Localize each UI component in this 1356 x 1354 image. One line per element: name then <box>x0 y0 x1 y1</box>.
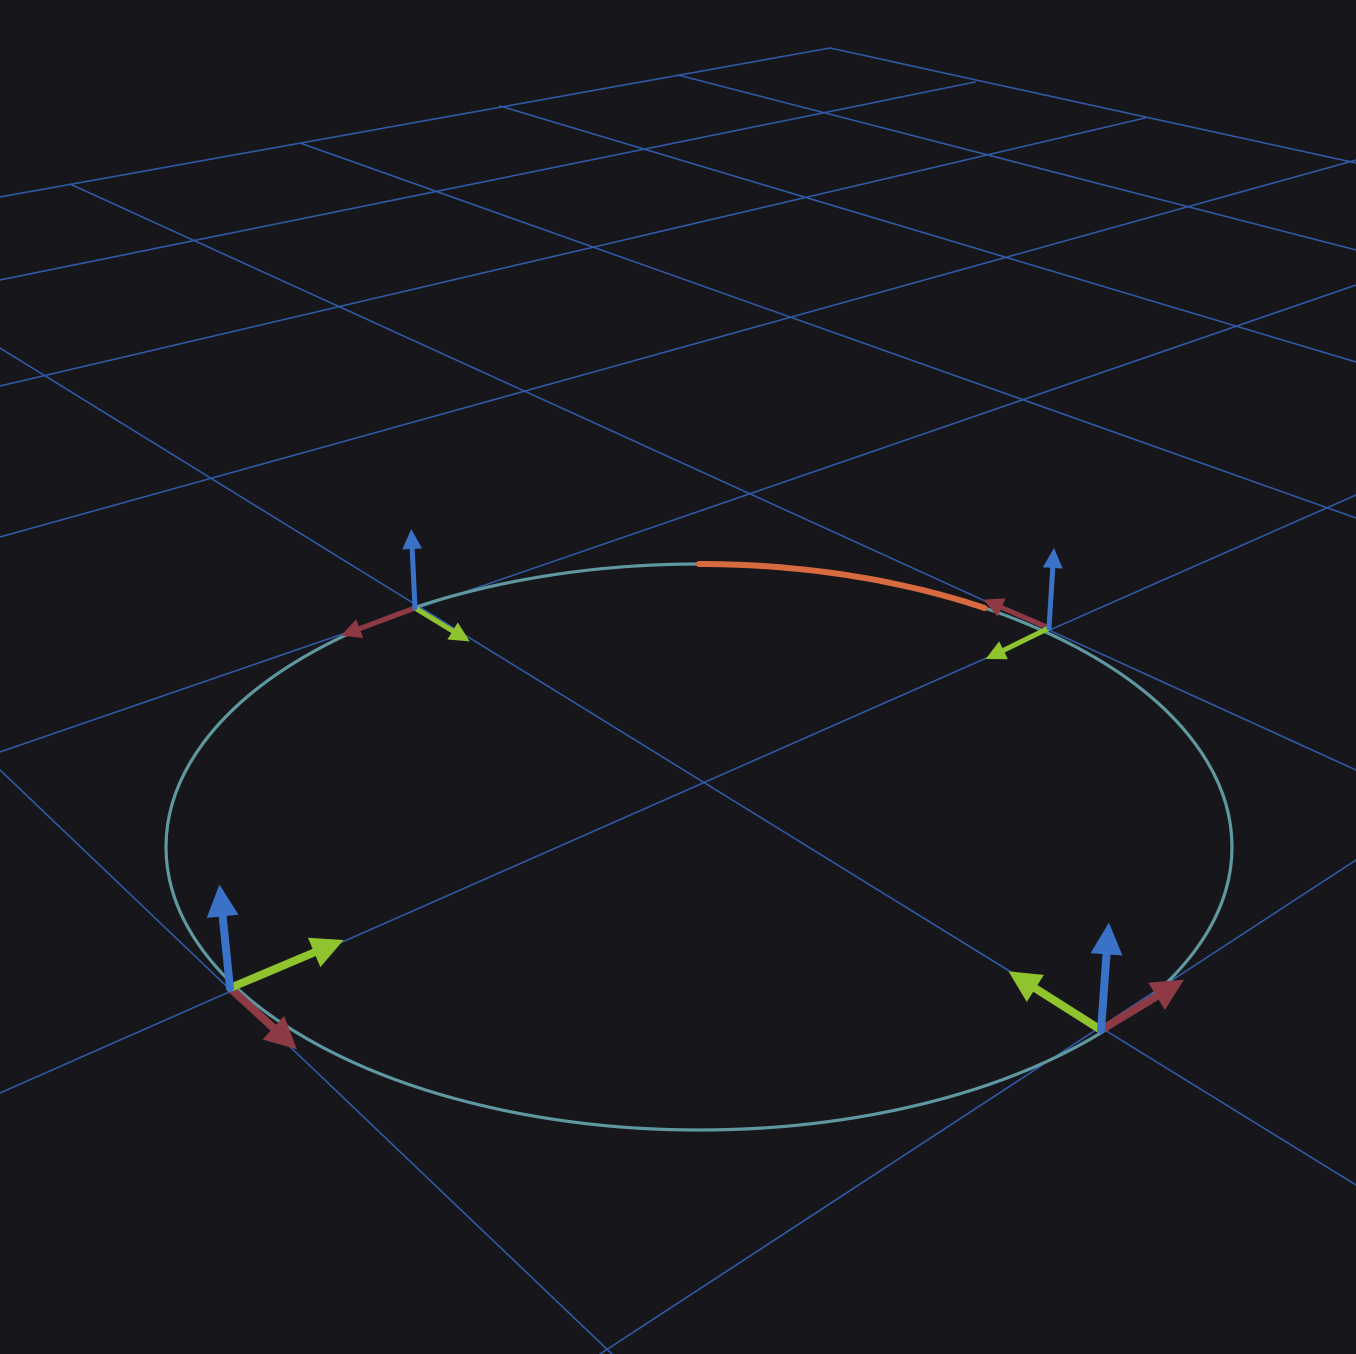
x-axis-arrow <box>226 984 297 1050</box>
grid-line <box>299 142 1356 519</box>
grid-line <box>0 47 831 198</box>
z-axis-arrow <box>1042 548 1063 631</box>
y-axis-arrow <box>985 625 1052 660</box>
frame-bottom-left[interactable] <box>206 884 344 1050</box>
grid-line <box>0 284 1356 753</box>
scene-canvas[interactable] <box>0 0 1356 1354</box>
grid-line <box>0 347 1356 1186</box>
grid-line <box>69 183 1356 771</box>
ground-grid <box>0 47 1356 1354</box>
y-axis-arrow <box>412 605 470 642</box>
3d-viewport[interactable] <box>0 0 1356 1354</box>
z-axis-arrow <box>402 529 423 611</box>
x-axis-arrow <box>1097 979 1184 1034</box>
frame-bottom-right[interactable] <box>1008 922 1184 1034</box>
path-progress-arc <box>696 561 988 612</box>
grid-line <box>0 769 613 1354</box>
grid-line <box>0 159 1356 538</box>
x-axis-arrow <box>341 605 418 638</box>
frame-top-right[interactable] <box>983 548 1063 660</box>
grid-line <box>677 74 1356 251</box>
y-axis-arrow <box>1008 971 1105 1034</box>
grid-line <box>499 105 1356 363</box>
grid-line <box>829 47 1356 164</box>
grid-line <box>599 859 1356 1354</box>
y-axis-arrow <box>226 937 344 992</box>
grid-line <box>0 81 976 281</box>
grid-line <box>0 117 1146 387</box>
z-axis-arrow <box>1090 922 1123 1034</box>
